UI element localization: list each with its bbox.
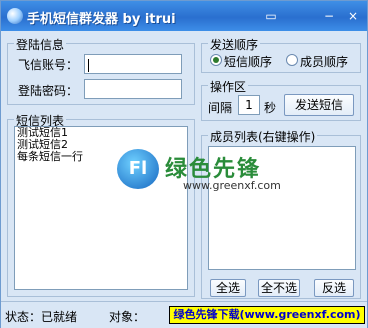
interval-input[interactable]: 1	[238, 95, 260, 115]
radio-sms-order[interactable]	[210, 54, 222, 66]
interval-value: 1	[245, 98, 253, 112]
watermark-url: www.greenxf.com	[183, 179, 281, 192]
account-input[interactable]	[84, 54, 182, 74]
operation-group: 操作区 间隔 1 秒 发送短信	[201, 78, 361, 121]
status-target: 对象：	[109, 310, 146, 324]
sms-list-group: 短信列表 测试短信1 测试短信2 每条短信一行	[7, 112, 195, 297]
select-all-button[interactable]: 全选	[210, 279, 246, 297]
password-label: 登陆密码：	[18, 84, 79, 98]
invert-selection-button[interactable]: 反选	[314, 279, 354, 297]
radio-member-order-label[interactable]: 成员顺序	[300, 53, 348, 70]
app-window: 手机短信群发器 by itrui ▭ − × 登陆信息 飞信账号： 登陆密码： …	[0, 0, 368, 328]
operation-title: 操作区	[208, 78, 249, 95]
select-none-button[interactable]: 全不选	[258, 279, 300, 297]
account-label: 飞信账号：	[18, 58, 79, 72]
send-order-group: 发送顺序 短信顺序 成员顺序	[201, 36, 361, 73]
member-list-title: 成员列表(右键操作)	[208, 128, 318, 145]
password-input[interactable]	[84, 79, 182, 99]
radio-sms-order-label[interactable]: 短信顺序	[224, 53, 272, 70]
status-state: 状态：已就绪	[5, 310, 78, 324]
login-group-title: 登陆信息	[14, 36, 67, 53]
app-icon	[7, 8, 23, 24]
watermark: Fl 绿色先锋 www.greenxf.com	[117, 149, 281, 193]
skin-icon[interactable]: ▭	[263, 8, 279, 24]
radio-member-order[interactable]	[286, 54, 298, 66]
title-bar[interactable]: 手机短信群发器 by itrui ▭ − ×	[1, 1, 367, 31]
close-button[interactable]: ×	[345, 8, 361, 24]
window-title: 手机短信群发器 by itrui	[27, 12, 176, 27]
minimize-button[interactable]: −	[321, 8, 337, 24]
watermark-logo: Fl	[117, 149, 159, 189]
send-order-title: 发送顺序	[208, 36, 261, 53]
seconds-label: 秒	[264, 101, 277, 115]
send-sms-button[interactable]: 发送短信	[284, 94, 354, 116]
text-caret	[88, 59, 89, 72]
login-group: 登陆信息 飞信账号： 登陆密码：	[7, 36, 195, 105]
interval-label: 间隔	[208, 101, 233, 115]
site-badge: 绿色先锋下载(www.greenxf.com)	[169, 306, 365, 324]
